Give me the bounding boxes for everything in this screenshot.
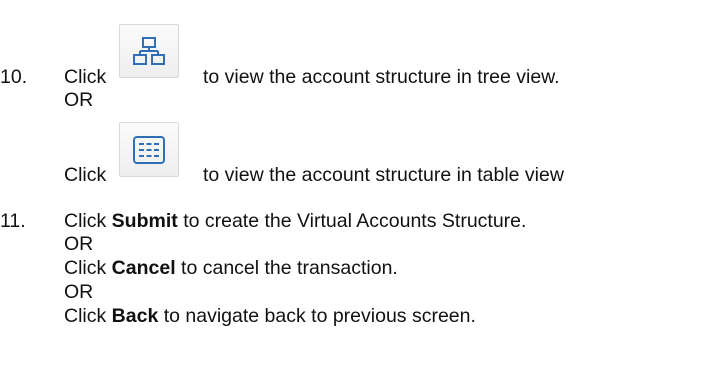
- back-label: Back: [111, 305, 159, 327]
- tree-view-description: to view the account structure in tree vi…: [203, 66, 560, 88]
- cancel-label: Cancel: [111, 257, 176, 279]
- submit-description: to create the Virtual Accounts Structure…: [183, 210, 527, 232]
- step-11-click-text-1: Click: [64, 210, 107, 232]
- step-number-10: 10.: [0, 66, 28, 88]
- step-10-click-text-2: Click: [64, 164, 107, 186]
- submit-label: Submit: [111, 210, 178, 232]
- back-description: to navigate back to previous screen.: [163, 305, 476, 327]
- tree-view-button[interactable]: [119, 24, 179, 78]
- step-number-11: 11.: [0, 210, 26, 232]
- step-11-click-text-3: Click: [64, 305, 107, 327]
- step-11-or-2: OR: [64, 281, 94, 303]
- step-11-or-1: OR: [64, 233, 94, 255]
- cancel-description: to cancel the transaction.: [181, 257, 398, 279]
- table-view-description: to view the account structure in table v…: [203, 164, 564, 186]
- tree-view-icon: [133, 37, 165, 65]
- step-11-click-text-2: Click: [64, 257, 107, 279]
- step-10-click-text: Click: [64, 66, 107, 88]
- table-view-button[interactable]: [119, 122, 179, 177]
- step-10-or: OR: [64, 89, 94, 111]
- table-view-icon: [133, 135, 165, 164]
